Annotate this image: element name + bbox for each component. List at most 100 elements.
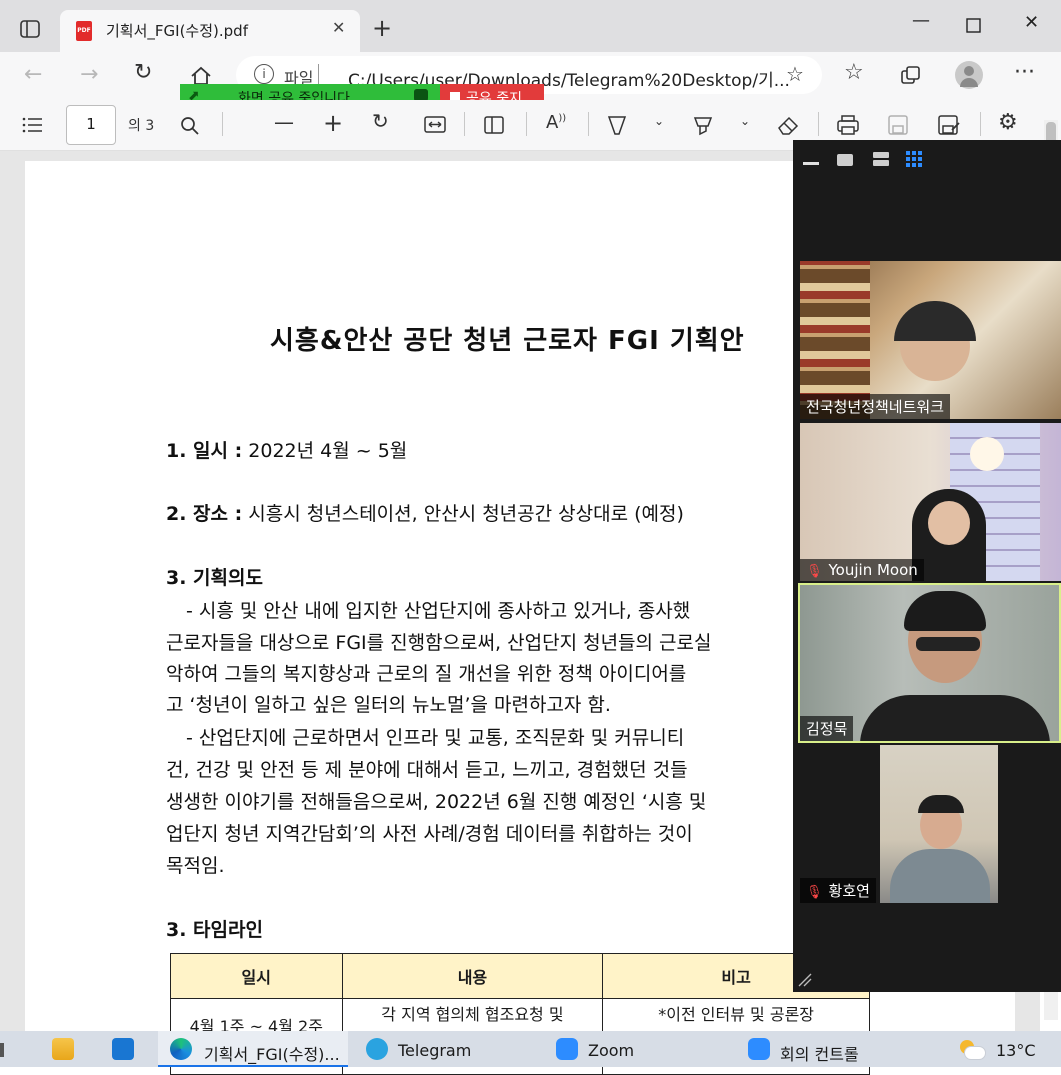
weather-widget[interactable]: 13°C	[956, 1031, 1061, 1067]
paragraph-line: 생생한 이야기를 전해들음으로써, 2022년 6월 진행 예정인 ‘시흥 및	[166, 791, 707, 813]
date-label: 1. 일시 :	[166, 440, 243, 462]
forward-icon[interactable]: →	[80, 62, 98, 87]
tab-title: 기획서_FGI(수정).pdf	[106, 22, 248, 40]
tab-actions-icon[interactable]	[20, 20, 40, 38]
telegram-icon	[366, 1038, 388, 1060]
profile-avatar[interactable]	[955, 61, 983, 89]
participant-name-badge: 🎙 황호연	[800, 878, 876, 903]
speaker-view-icon[interactable]	[837, 154, 853, 166]
document-title: 시흥&안산 공단 청년 근로자 FGI 기획안	[270, 326, 745, 356]
chevron-down-icon[interactable]: ⌄	[740, 114, 750, 128]
edge-task-label: 기획서_FGI(수정)...	[204, 1045, 340, 1064]
date-value: 2022년 4월 ~ 5월	[242, 440, 408, 462]
zoom-task-label: Zoom	[588, 1041, 635, 1060]
more-options-icon[interactable]: ···	[1014, 60, 1035, 85]
page-total: 의 3	[128, 118, 155, 134]
strip-view-icon[interactable]	[873, 152, 889, 158]
add-favorite-icon[interactable]: ☆	[786, 62, 804, 86]
zoom-icon	[748, 1038, 770, 1060]
participant-name: 전국청년정책네트워크	[800, 394, 951, 419]
minimize-button[interactable]: —	[912, 10, 930, 31]
zoom-icon	[556, 1038, 578, 1060]
participant-hair	[904, 591, 986, 631]
date-line: 1. 일시 : 2022년 4월 ~ 5월	[166, 436, 407, 463]
table-of-contents-icon[interactable]	[22, 116, 44, 134]
draw-icon[interactable]	[606, 114, 628, 136]
zoom-taskbar-button[interactable]: Zoom	[552, 1031, 732, 1067]
rotate-icon[interactable]: ↻	[372, 109, 389, 133]
save-icon[interactable]	[888, 115, 908, 135]
strip-view-icon-lower	[873, 160, 889, 166]
muted-mic-icon: 🎙	[806, 564, 823, 579]
zoom-video-panel: 전국청년정책네트워크 🎙 Youjin Moon 김정묵 🎙 황호연	[793, 140, 1061, 992]
info-icon[interactable]: i	[254, 64, 274, 84]
place-line: 2. 장소 : 시흥시 청년스테이션, 안산시 청년공간 상상대로 (예정)	[166, 499, 684, 526]
minimize-panel-icon[interactable]	[803, 162, 819, 165]
paragraph-line: - 시흥 및 안산 내에 입지한 산업단지에 종사하고 있거나, 종사했	[186, 600, 691, 622]
close-window-button[interactable]: ✕	[1024, 12, 1039, 33]
edge-taskbar-button[interactable]: 기획서_FGI(수정)...	[158, 1031, 348, 1067]
place-label: 2. 장소 :	[166, 503, 243, 525]
page-view-icon[interactable]	[484, 115, 506, 135]
zoom-in-icon[interactable]: +	[323, 109, 343, 137]
new-tab-button[interactable]: +	[372, 14, 392, 42]
mail-icon	[112, 1038, 134, 1060]
collections-icon[interactable]	[900, 65, 922, 87]
meeting-controls-taskbar-button[interactable]: 회의 컨트롤	[744, 1031, 924, 1067]
print-icon[interactable]	[836, 115, 860, 135]
folder-icon	[52, 1038, 74, 1060]
participant-body	[860, 695, 1050, 741]
glasses	[916, 637, 980, 651]
title-bar: PDF 기획서_FGI(수정).pdf ✕ + — ✕	[0, 0, 1061, 52]
zoom-out-icon[interactable]: —	[274, 110, 294, 134]
temperature-label: 13°C	[996, 1041, 1036, 1060]
home-icon[interactable]	[190, 66, 212, 86]
participant-video-tile[interactable]: 전국청년정책네트워크	[800, 261, 1061, 419]
participant-name-badge: 🎙 Youjin Moon	[800, 559, 924, 581]
save-as-icon[interactable]	[938, 115, 960, 135]
toolbar-divider	[818, 112, 819, 136]
telegram-taskbar-button[interactable]: Telegram	[360, 1031, 540, 1067]
search-icon[interactable]	[180, 116, 200, 136]
browser-tab[interactable]: PDF 기획서_FGI(수정).pdf ✕	[60, 10, 360, 52]
active-speaker-tile[interactable]: 김정묵	[798, 583, 1061, 743]
meeting-controls-label: 회의 컨트롤	[780, 1045, 859, 1064]
highlight-icon[interactable]	[692, 114, 714, 136]
tab-close-icon[interactable]: ✕	[332, 18, 345, 37]
toolbar-divider	[222, 112, 223, 136]
table-header-cell: 내용	[341, 953, 604, 999]
gallery-view-icon[interactable]	[906, 151, 924, 169]
page-number-input[interactable]: 1	[66, 105, 116, 145]
paragraph-line: 악하여 그들의 복지향상과 근로의 질 개선을 위한 정책 아이디어를	[166, 663, 687, 685]
refresh-icon[interactable]: ↻	[134, 60, 152, 85]
maximize-button[interactable]	[966, 18, 982, 34]
fit-width-icon[interactable]	[424, 116, 446, 134]
toolbar-divider	[588, 112, 589, 136]
telegram-task-label: Telegram	[398, 1041, 472, 1060]
eraser-icon[interactable]	[776, 114, 800, 136]
table-header-row: 일시 내용 비고	[170, 953, 870, 999]
resize-handle-icon[interactable]	[797, 972, 813, 988]
participant-video-tile[interactable]: 🎙 Youjin Moon	[800, 423, 1061, 581]
lamp	[970, 437, 1004, 471]
read-aloud-icon[interactable]: A))	[546, 112, 566, 133]
participant-name: 황호연	[828, 882, 870, 900]
muted-mic-icon: 🎙	[806, 885, 823, 900]
purpose-heading: 3. 기획의도	[166, 567, 263, 589]
mail-button[interactable]	[100, 1031, 148, 1067]
participant-face-front	[928, 501, 970, 545]
chevron-down-icon[interactable]: ⌄	[654, 114, 664, 128]
favorites-icon[interactable]: ☆	[844, 60, 864, 85]
settings-gear-icon[interactable]: ⚙	[998, 110, 1018, 135]
paragraph-line: - 산업단지에 근로하면서 인프라 및 교통, 조직문화 및 커뮤니티	[186, 727, 685, 749]
participant-name: 김정묵	[800, 716, 854, 741]
file-explorer-button[interactable]	[40, 1031, 88, 1067]
paragraph-line: 업단지 청년 지역간담회’의 사전 사례/경험 데이터를 취합하는 것이	[166, 823, 693, 845]
participant-name: Youjin Moon	[828, 561, 918, 579]
participant-video-tile[interactable]: 🎙 황호연	[800, 745, 1061, 903]
back-icon[interactable]: ←	[24, 62, 42, 87]
edge-icon	[170, 1038, 192, 1060]
participant-body	[890, 849, 990, 903]
taskbar: 기획서_FGI(수정)... Telegram Zoom 회의 컨트롤 13°C	[0, 1031, 1061, 1067]
paragraph-line: 근로자들을 대상으로 FGI를 진행함으로써, 산업단지 청년들의 근로실	[166, 632, 712, 654]
